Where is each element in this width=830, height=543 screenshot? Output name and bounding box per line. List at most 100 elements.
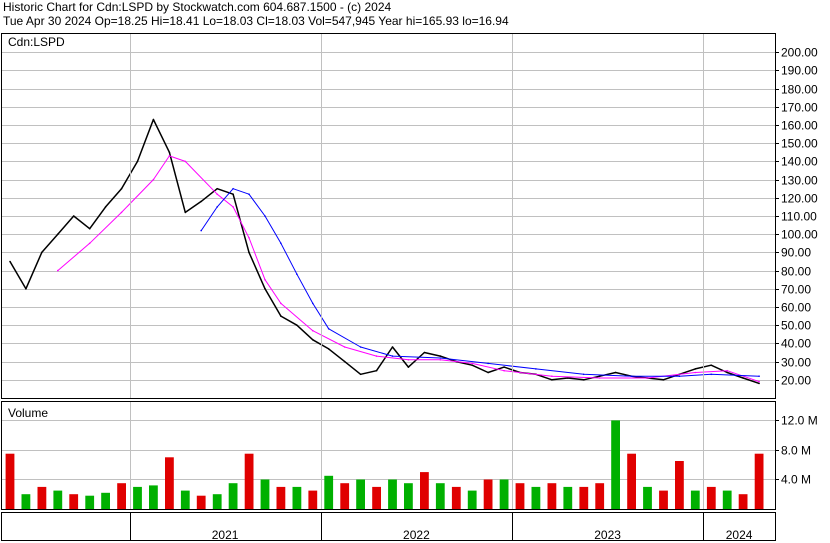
price-tick-label: 30.00 [781, 356, 811, 370]
series-point-close [391, 346, 394, 348]
series-point-close [152, 118, 155, 121]
volume-bar [21, 494, 31, 509]
series-point-ma_short [407, 359, 410, 361]
series-point-close [567, 377, 569, 379]
series-point-ma_long [264, 215, 266, 217]
series-point-close [375, 369, 378, 372]
volume-bar [212, 494, 222, 509]
series-point-ma_short [264, 278, 266, 281]
series-point-ma_long [327, 328, 330, 330]
series-point-ma_long [248, 193, 250, 195]
series-point-ma_short [280, 302, 282, 305]
series-line-ma_short [57, 155, 760, 383]
volume-bar [228, 483, 238, 509]
series-point-close [614, 371, 617, 374]
year-tick-label: 2021 [212, 528, 239, 542]
series-point-ma_long [216, 206, 218, 208]
series-point-ma_long [312, 302, 314, 305]
series-point-close [296, 324, 298, 327]
series-point-ma_short [216, 193, 218, 195]
volume-bar [722, 490, 732, 509]
volume-bar [420, 472, 429, 509]
price-tick-label: 80.00 [781, 265, 811, 279]
series-point-close [582, 379, 585, 381]
series-point-close [9, 260, 11, 263]
series-point-close [25, 288, 27, 290]
series-point-close [264, 288, 266, 290]
series-point-ma_short [471, 362, 474, 365]
price-tick-label: 100.00 [781, 228, 818, 242]
series-point-close [184, 211, 187, 214]
volume-bar [69, 494, 79, 509]
price-tick-label: 70.00 [781, 283, 811, 297]
series-point-close [343, 360, 346, 363]
series-point-close [248, 251, 250, 254]
volume-bar [738, 494, 748, 509]
series-point-close [662, 379, 665, 381]
volume-bar [611, 420, 620, 509]
volume-bar [627, 453, 636, 509]
volume-bar [85, 495, 95, 509]
price-tick-label: 160.00 [781, 119, 818, 133]
time-axis-frame [1, 512, 776, 541]
series-point-ma_short [88, 242, 91, 245]
series-point-ma_short [646, 377, 649, 379]
volume-bar [133, 486, 142, 509]
price-panel-label: Cdn:LSPD [8, 35, 65, 49]
volume-bar [435, 483, 445, 509]
volume-bar [165, 457, 174, 509]
price-tick-label: 20.00 [781, 374, 811, 388]
series-point-close [168, 151, 171, 154]
series-point-close [136, 160, 139, 163]
volume-bar [690, 490, 700, 509]
price-tick-label: 180.00 [781, 83, 818, 97]
volume-bar [37, 486, 47, 509]
series-point-ma_short [184, 160, 187, 163]
price-tick-label: 110.00 [781, 210, 817, 224]
series-point-close [439, 355, 442, 357]
volume-bar [196, 495, 206, 509]
volume-bar [467, 490, 477, 509]
volume-bar [563, 486, 573, 509]
volume-bar [404, 483, 413, 509]
series-point-close [742, 377, 744, 379]
volume-bar [451, 486, 461, 509]
volume-bar [308, 490, 318, 509]
series-point-close [120, 187, 123, 190]
series-point-close [694, 368, 697, 370]
series-point-ma_short [152, 178, 155, 181]
series-point-close [551, 379, 553, 381]
series-point-close [598, 375, 601, 378]
series-point-close [487, 371, 489, 374]
volume-bar [356, 479, 365, 509]
volume-bar [388, 479, 397, 509]
series-point-ma_long [535, 368, 537, 370]
series-point-close [423, 351, 426, 354]
series-point-ma_long [758, 375, 760, 378]
volume-panel-label: Volume [8, 406, 48, 420]
volume-bar [531, 486, 541, 509]
series-point-ma_short [312, 329, 314, 332]
series-point-close [710, 364, 712, 367]
volume-bar [675, 461, 684, 509]
price-tick-label: 60.00 [781, 301, 811, 315]
price-tick-label: 170.00 [781, 101, 818, 115]
series-point-ma_short [694, 371, 697, 374]
year-tick-label: 2022 [403, 528, 430, 542]
series-point-close [57, 233, 59, 235]
series-point-ma_long [200, 229, 202, 232]
series-point-close [216, 187, 218, 190]
volume-bar [117, 483, 126, 509]
series-point-ma_long [280, 242, 282, 245]
series-point-close [758, 382, 760, 385]
volume-tick-label: 12.0 M [781, 414, 818, 428]
series-point-close [359, 373, 362, 376]
series-point-ma_long [710, 373, 712, 376]
year-tick-label: 2024 [726, 528, 753, 542]
series-point-ma_long [439, 357, 442, 359]
volume-bar [340, 483, 350, 509]
volume-bar [5, 453, 15, 509]
series-point-close [232, 193, 234, 195]
series-point-ma_long [487, 362, 489, 365]
series-point-ma_long [678, 375, 681, 378]
